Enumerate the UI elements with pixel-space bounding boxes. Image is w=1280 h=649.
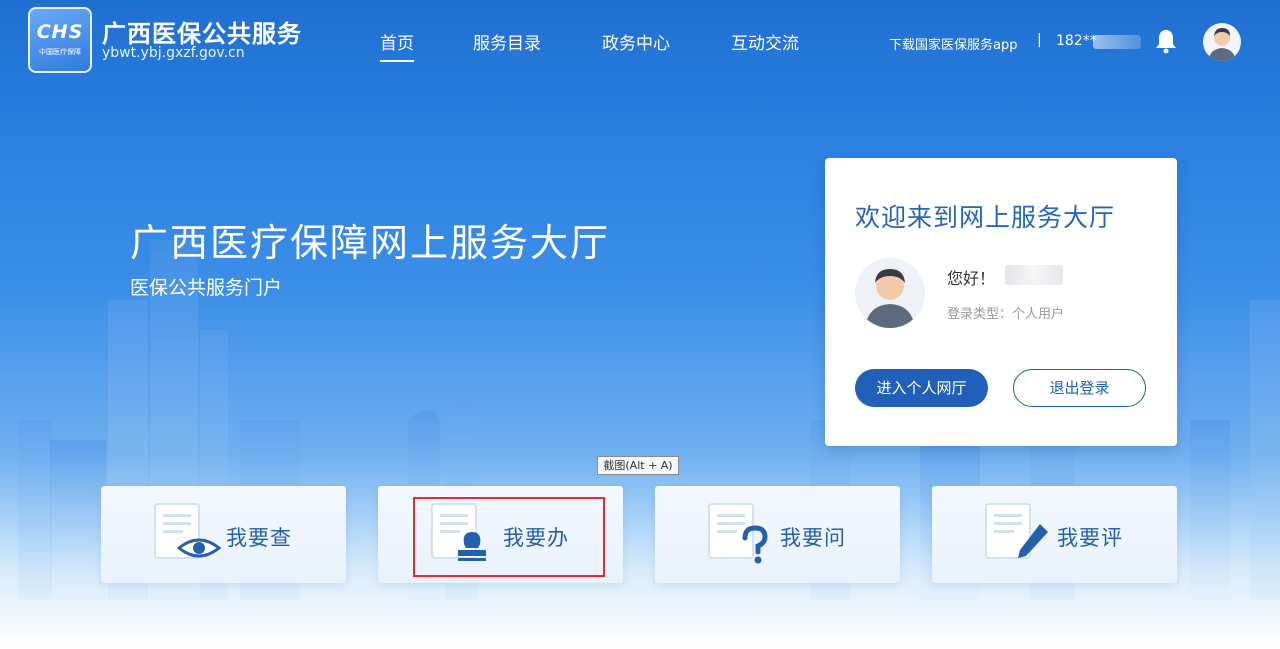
hero-title: 广西医疗保障网上服务大厅 — [130, 221, 611, 265]
screenshot-tooltip: 截图(Alt + A) — [597, 456, 679, 475]
brand-url: ybwt.ybj.gxzf.gov.cn — [102, 45, 245, 61]
service-card-evaluate[interactable]: 我要评 — [932, 486, 1177, 583]
greeting-text: 您好！ — [947, 269, 996, 288]
user-phone[interactable]: 182** — [1056, 33, 1097, 49]
hero-subtitle: 医保公共服务门户 — [130, 277, 283, 299]
highlight-annotation-box — [413, 497, 605, 577]
logo-text: CHS — [36, 21, 84, 43]
user-avatar-large-icon — [855, 258, 925, 328]
eye-document-icon — [154, 503, 221, 559]
download-app-link[interactable]: 下载国家医保服务app — [889, 34, 1017, 53]
welcome-title: 欢迎来到网上服务大厅 — [855, 203, 1116, 232]
welcome-card: 欢迎来到网上服务大厅 您好！ 登录类型：个人用户 进入个人网厅 退出登录 — [825, 158, 1177, 446]
service-card-query[interactable]: 我要查 — [101, 486, 346, 583]
user-avatar-icon[interactable] — [1203, 23, 1241, 61]
nav-active-indicator — [380, 60, 414, 62]
question-document-icon — [708, 503, 768, 564]
enter-personal-hall-button[interactable]: 进入个人网厅 — [855, 369, 988, 407]
service-card-ask[interactable]: 我要问 — [655, 486, 900, 583]
username-redaction — [1005, 265, 1063, 285]
pen-document-icon — [985, 503, 1048, 559]
login-type: 登录类型：个人用户 — [947, 307, 1065, 322]
service-label-evaluate: 我要评 — [1057, 526, 1123, 550]
service-label-query: 我要查 — [226, 526, 292, 550]
bell-icon[interactable] — [1154, 28, 1178, 54]
top-header: CHS 中国医疗保障 广西医保公共服务 ybwt.ybj.gxzf.gov.cn… — [0, 0, 1280, 80]
logo-subtext: 中国医疗保障 — [39, 48, 81, 56]
phone-redaction — [1093, 35, 1141, 49]
nav-home[interactable]: 首页 — [380, 29, 414, 54]
service-label-ask: 我要问 — [780, 526, 846, 550]
nav-government-center[interactable]: 政务中心 — [602, 29, 670, 54]
nav-service-catalog[interactable]: 服务目录 — [473, 29, 541, 54]
nav-interaction[interactable]: 互动交流 — [731, 29, 799, 54]
header-separator: | — [1037, 32, 1042, 48]
chs-logo[interactable]: CHS 中国医疗保障 — [28, 7, 92, 73]
brand-title: 广西医保公共服务 — [102, 20, 302, 48]
logout-button[interactable]: 退出登录 — [1013, 369, 1146, 407]
